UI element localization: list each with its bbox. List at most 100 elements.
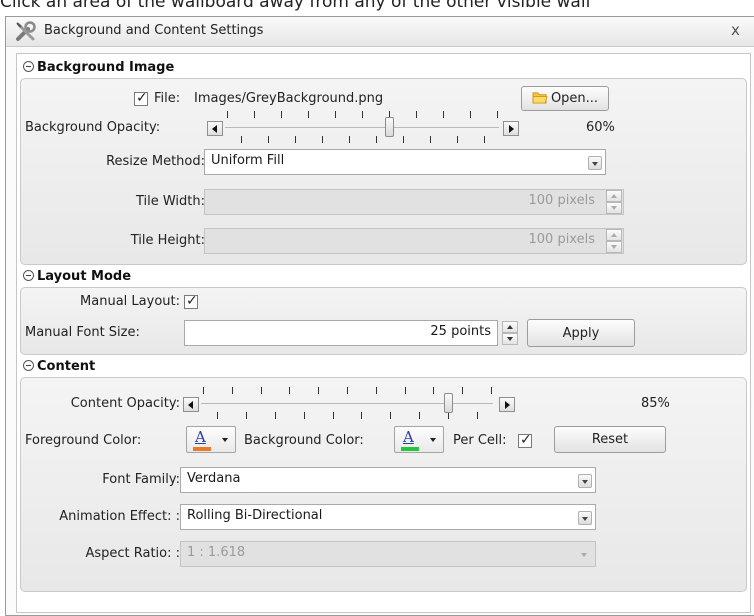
tools-icon xyxy=(14,20,38,44)
resize-method-select[interactable]: Uniform Fill xyxy=(204,149,606,175)
background-opacity-slider-tick xyxy=(403,136,404,143)
content-opacity-slider-tick xyxy=(232,387,233,394)
content-opacity-slider-tick xyxy=(376,387,377,394)
aspect-ratio-value: 1 : 1.618 xyxy=(187,545,246,560)
background-opacity-slider-tick xyxy=(497,111,498,118)
content-opacity-slider-thumb[interactable] xyxy=(444,393,453,413)
background-opacity-slider[interactable] xyxy=(223,109,501,145)
font-family-dropdown-icon[interactable] xyxy=(578,474,592,488)
font-size-up-icon[interactable] xyxy=(502,321,518,333)
content-opacity-slider-tick xyxy=(333,412,334,419)
background-color-swatch xyxy=(401,447,419,451)
background-opacity-slider-tick xyxy=(295,136,296,143)
aspect-ratio-label: Aspect Ratio: : xyxy=(85,546,180,561)
collapse-icon[interactable] xyxy=(23,270,34,281)
tile-height-field[interactable]: 100 pixels xyxy=(204,228,624,254)
font-color-icon: A xyxy=(195,428,206,446)
animation-effect-dropdown-icon[interactable] xyxy=(578,511,592,525)
font-family-select[interactable]: Verdana xyxy=(180,467,596,493)
background-opacity-slider-tick xyxy=(430,136,431,143)
chevron-down-icon xyxy=(430,438,436,442)
resize-method-dropdown-icon[interactable] xyxy=(588,156,602,170)
font-color-icon: A xyxy=(403,428,414,446)
background-opacity-slider-tick xyxy=(308,111,309,118)
background-opacity-slider-tick xyxy=(470,111,471,118)
foreground-color-button[interactable]: A xyxy=(186,426,236,453)
tile-width-down-icon[interactable] xyxy=(606,202,622,214)
manual-font-size-label: Manual Font Size: xyxy=(25,325,140,340)
title-bar[interactable]: Background and Content Settings x xyxy=(6,17,754,47)
per-cell-checkbox[interactable]: ✓ xyxy=(518,432,532,448)
content-opacity-slider-tick xyxy=(448,412,449,419)
per-cell-label: Per Cell: xyxy=(453,433,507,448)
content-opacity-slider-tick xyxy=(261,387,262,394)
background-opacity-slider-tick xyxy=(484,136,485,143)
layout-mode-section-header[interactable]: Layout Mode xyxy=(23,269,131,284)
content-opacity-slider[interactable] xyxy=(199,385,495,421)
foreground-color-label: Foreground Color: xyxy=(25,433,142,448)
instruction-text: Click an area of the wallboard away from… xyxy=(0,0,591,12)
resize-method-label: Resize Method: xyxy=(106,154,205,169)
background-opacity-decrease[interactable] xyxy=(207,121,223,136)
tile-width-spinner[interactable] xyxy=(606,190,622,214)
tile-height-value: 100 pixels xyxy=(528,232,596,247)
background-opacity-slider-thumb[interactable] xyxy=(385,117,394,137)
dialog-title: Background and Content Settings xyxy=(44,23,264,38)
tile-height-down-icon[interactable] xyxy=(606,241,622,253)
content-panel: Content Opacity: 85% Foreground Color: A… xyxy=(20,377,747,592)
apply-button[interactable]: Apply xyxy=(527,319,635,347)
dialog-content: Background Image ✓ File: Images/GreyBack… xyxy=(16,53,751,613)
background-opacity-slider-tick xyxy=(254,111,255,118)
manual-font-size-spinner[interactable] xyxy=(502,321,518,345)
background-opacity-slider-tick xyxy=(281,111,282,118)
tile-width-up-icon[interactable] xyxy=(606,190,622,202)
background-image-header-label: Background Image xyxy=(37,60,175,75)
background-opacity-increase[interactable] xyxy=(503,121,519,136)
file-path: Images/GreyBackground.png xyxy=(194,91,384,106)
open-button[interactable]: Open... xyxy=(521,86,609,111)
background-opacity-slider-tick xyxy=(416,111,417,118)
content-opacity-slider-tick xyxy=(203,387,204,394)
layout-mode-panel: Manual Layout: ✓ Manual Font Size: 25 po… xyxy=(20,287,747,355)
font-size-down-icon[interactable] xyxy=(502,333,518,345)
tile-height-spinner[interactable] xyxy=(606,229,622,253)
content-opacity-slider-tick xyxy=(304,412,305,419)
aspect-ratio-select[interactable]: 1 : 1.618 xyxy=(180,541,596,567)
checkmark-icon: ✓ xyxy=(136,90,148,106)
reset-button[interactable]: Reset xyxy=(554,426,666,453)
background-color-label: Background Color: xyxy=(244,433,364,448)
content-opacity-slider-tick xyxy=(275,412,276,419)
font-family-value: Verdana xyxy=(187,471,241,486)
content-header-label: Content xyxy=(37,359,96,374)
animation-effect-value: Rolling Bi-Directional xyxy=(187,508,323,523)
tile-height-up-icon[interactable] xyxy=(606,229,622,241)
close-icon[interactable]: x xyxy=(731,21,740,39)
background-opacity-slider-tick xyxy=(322,136,323,143)
content-section-header[interactable]: Content xyxy=(23,359,95,374)
file-checkbox[interactable]: ✓ xyxy=(134,90,148,106)
checkmark-icon: ✓ xyxy=(520,432,532,448)
collapse-icon[interactable] xyxy=(23,61,34,72)
content-opacity-slider-tick xyxy=(433,387,434,394)
tile-width-field[interactable]: 100 pixels xyxy=(204,189,624,215)
background-opacity-slider-tick xyxy=(268,136,269,143)
background-image-section-header[interactable]: Background Image xyxy=(23,60,174,75)
settings-dialog: Background and Content Settings x Backgr… xyxy=(5,16,754,616)
background-opacity-slider-tick xyxy=(376,136,377,143)
content-opacity-label: Content Opacity: xyxy=(70,396,180,411)
background-image-panel: ✓ File: Images/GreyBackground.png Open..… xyxy=(20,78,747,265)
content-opacity-slider-tick xyxy=(462,387,463,394)
content-opacity-increase[interactable] xyxy=(499,397,515,412)
aspect-ratio-dropdown-icon[interactable] xyxy=(578,548,592,562)
collapse-icon[interactable] xyxy=(23,360,34,371)
manual-font-size-field[interactable]: 25 points xyxy=(184,320,498,346)
animation-effect-select[interactable]: Rolling Bi-Directional xyxy=(180,504,596,530)
font-family-label: Font Family: xyxy=(102,472,180,487)
content-opacity-slider-tick xyxy=(390,412,391,419)
background-opacity-label: Background Opacity: xyxy=(25,120,161,135)
content-opacity-decrease[interactable] xyxy=(183,397,199,412)
foreground-color-swatch xyxy=(193,447,211,451)
background-color-button[interactable]: A xyxy=(394,426,444,453)
manual-layout-checkbox[interactable]: ✓ xyxy=(184,293,198,309)
manual-font-size-value: 25 points xyxy=(430,324,491,339)
